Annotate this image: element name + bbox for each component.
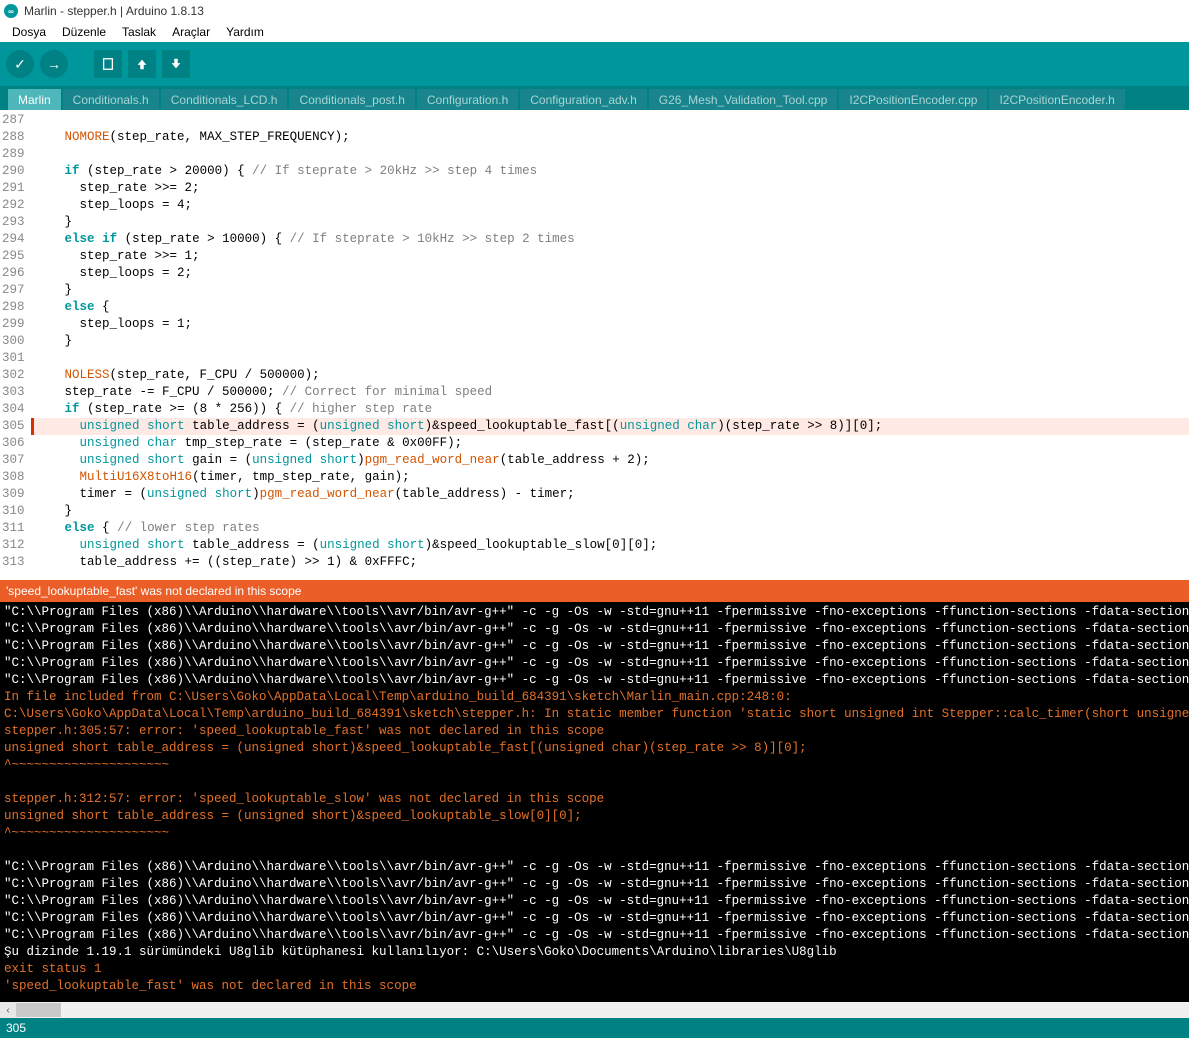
arrow-right-icon: → <box>47 56 61 72</box>
menu-tools[interactable]: Araçlar <box>164 25 218 39</box>
tab-i2c-cpp[interactable]: I2CPositionEncoder.cpp <box>839 89 987 110</box>
status-bar: 'speed_lookuptable_fast' was not declare… <box>0 580 1189 602</box>
new-button[interactable] <box>94 50 122 78</box>
tab-conditionals-post[interactable]: Conditionals_post.h <box>289 89 414 110</box>
menu-edit[interactable]: Düzenle <box>54 25 114 39</box>
verify-button[interactable]: ✓ <box>6 50 34 78</box>
menu-sketch[interactable]: Taslak <box>114 25 164 39</box>
menu-help[interactable]: Yardım <box>218 25 272 39</box>
output-console[interactable]: "C:\\Program Files (x86)\\Arduino\\hardw… <box>0 602 1189 1002</box>
window-titlebar: ∞ Marlin - stepper.h | Arduino 1.8.13 <box>0 0 1189 22</box>
line-gutter: 2872882892902912922932942952962972982993… <box>0 110 31 580</box>
tab-marlin[interactable]: Marlin <box>8 89 61 110</box>
scrollbar-thumb[interactable] <box>16 1003 61 1017</box>
tab-configuration[interactable]: Configuration.h <box>417 89 518 110</box>
scroll-left-icon[interactable]: ‹ <box>0 1002 16 1018</box>
tab-i2c-h[interactable]: I2CPositionEncoder.h <box>989 89 1124 110</box>
upload-button[interactable]: → <box>40 50 68 78</box>
arduino-logo-icon: ∞ <box>4 4 18 18</box>
code-area[interactable]: NOMORE(step_rate, MAX_STEP_FREQUENCY); i… <box>31 110 1189 580</box>
arrow-down-icon <box>169 57 183 71</box>
console-hscrollbar[interactable]: ‹ <box>0 1002 1189 1018</box>
tab-conditionals[interactable]: Conditionals.h <box>63 89 159 110</box>
footer-bar: 305 <box>0 1018 1189 1038</box>
menubar: Dosya Düzenle Taslak Araçlar Yardım <box>0 22 1189 42</box>
window-title: Marlin - stepper.h | Arduino 1.8.13 <box>24 4 204 18</box>
tab-bar: Marlin Conditionals.h Conditionals_LCD.h… <box>0 86 1189 110</box>
tab-configuration-adv[interactable]: Configuration_adv.h <box>520 89 647 110</box>
toolbar: ✓ → <box>0 42 1189 86</box>
tab-g26[interactable]: G26_Mesh_Validation_Tool.cpp <box>649 89 838 110</box>
menu-file[interactable]: Dosya <box>4 25 54 39</box>
arrow-up-icon <box>135 57 149 71</box>
tab-conditionals-lcd[interactable]: Conditionals_LCD.h <box>161 89 288 110</box>
status-message: 'speed_lookuptable_fast' was not declare… <box>6 584 301 598</box>
open-button[interactable] <box>128 50 156 78</box>
save-button[interactable] <box>162 50 190 78</box>
new-file-icon <box>101 57 115 71</box>
check-icon: ✓ <box>14 56 26 73</box>
code-editor[interactable]: 2872882892902912922932942952962972982993… <box>0 110 1189 580</box>
cursor-line-label: 305 <box>6 1021 26 1035</box>
